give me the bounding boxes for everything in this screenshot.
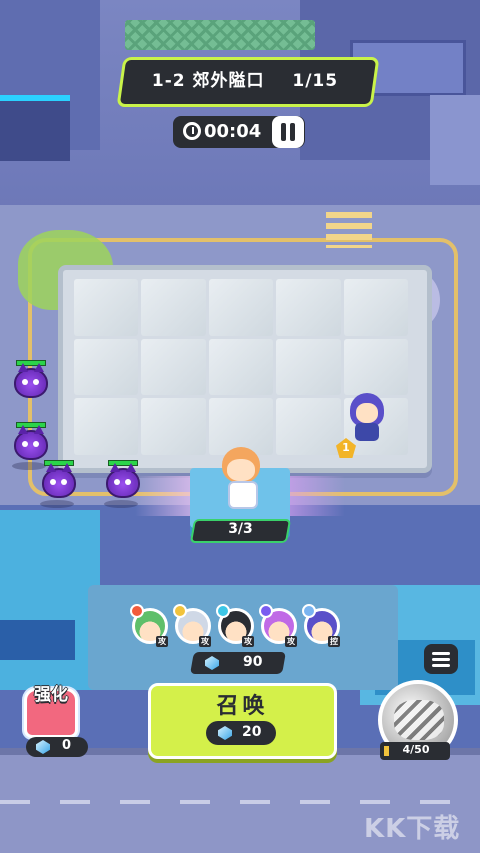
board-cell[interactable] [208,338,274,396]
stage-banner-text: 1-2 郊外隘口 1/15 [125,66,365,94]
gem-count: 90 [243,654,263,670]
hero-role-tag: 控 [328,636,340,647]
gem-counter [190,652,286,674]
hero-roster: 攻攻攻攻控 [128,602,348,648]
board-cell[interactable] [74,279,139,336]
board-cell[interactable] [141,398,206,455]
enemy-shadow [40,500,74,508]
board-cell[interactable] [141,338,206,396]
summon-cost-panel [206,721,276,745]
hero-role-tag: 攻 [242,636,254,647]
street-dashes [0,800,480,804]
summon-cost: 20 [242,724,262,740]
board-cell[interactable] [276,398,341,455]
slash-icon [394,700,444,740]
building-left-bottom [0,510,100,690]
enemy-slime [14,425,48,460]
menu-icon [432,652,450,655]
element-badge-icon [173,604,187,618]
board-cell[interactable] [343,279,408,336]
board-cell[interactable] [276,279,341,336]
hero-main[interactable] [210,447,270,509]
board-cell[interactable] [74,398,139,455]
watermark: KK下载 [364,814,461,844]
board-cell[interactable] [208,279,274,336]
stage-label: 1-2 郊外隘口 [151,71,265,91]
attack-beam-left [135,476,195,516]
energy-text: 4/50 [402,743,430,756]
timer-text: 00:04 [204,121,262,142]
attack-beam-right [285,476,345,516]
clock-icon [183,122,201,140]
element-badge-icon [130,604,144,618]
board-cell[interactable] [343,338,408,396]
element-badge-icon [216,604,230,618]
pause-icon [281,123,286,141]
enemy-shadow [104,500,138,508]
building-right-side [430,95,480,185]
building-left-neon [0,95,70,161]
enemy-slime [14,363,48,398]
enemy-slime [42,463,76,498]
crosswalk [326,212,372,248]
element-badge-icon [259,604,273,618]
enhance-cost-panel [26,737,88,757]
board-cell[interactable] [74,338,139,396]
element-badge-icon [302,604,316,618]
capacity-text: 3/3 [228,521,253,537]
rank-badge-text: 1 [342,441,350,454]
board-cell[interactable] [276,338,341,396]
enhance-label: 强化 [34,685,68,705]
pause-button[interactable] [272,116,304,148]
hero-role-tag: 攻 [199,636,211,647]
hero-role-tag: 攻 [285,636,297,647]
summon-label: 召唤 [216,694,269,719]
wave-counter: 1/15 [292,71,339,91]
enhance-cost: 0 [62,738,72,753]
board-cell[interactable] [141,279,206,336]
hero-role-tag: 攻 [156,636,168,647]
building-left-window [0,620,75,660]
enemy-shadow [12,462,46,470]
rooftop-fence [125,20,315,50]
menu-button[interactable] [424,644,458,674]
